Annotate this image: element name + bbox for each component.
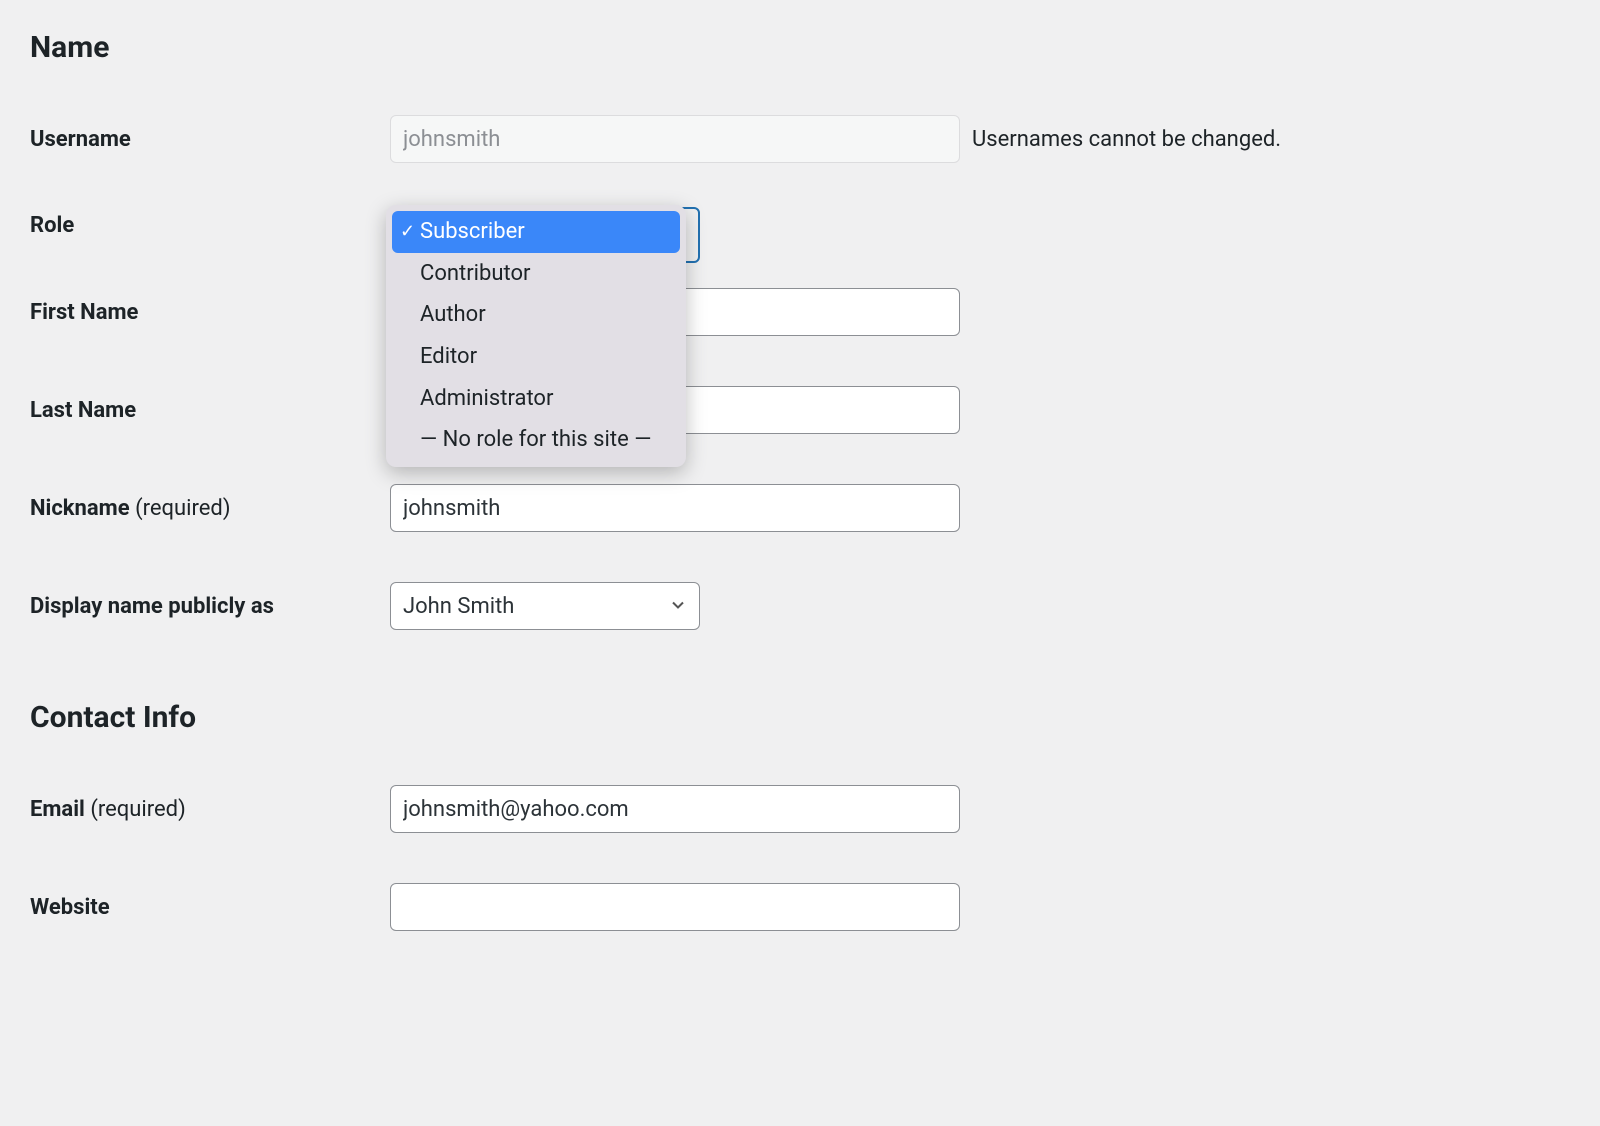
username-hint: Usernames cannot be changed.: [972, 127, 1281, 152]
nickname-input[interactable]: [390, 484, 960, 532]
username-row: Username Usernames cannot be changed.: [30, 115, 1570, 163]
email-required-text: (required): [85, 797, 186, 822]
contact-section-heading: Contact Info: [30, 700, 1570, 735]
name-section-heading: Name: [30, 30, 1570, 65]
role-option-contributor[interactable]: Contributor: [392, 253, 680, 295]
role-option-none[interactable]: — No role for this site —: [392, 419, 680, 461]
username-input: [390, 115, 960, 163]
email-label: Email (required): [30, 797, 390, 822]
website-label: Website: [30, 895, 390, 920]
role-label: Role: [30, 213, 390, 238]
nickname-label-text: Nickname: [30, 496, 130, 521]
role-option-subscriber[interactable]: Subscriber: [392, 211, 680, 253]
website-row: Website: [30, 883, 1570, 931]
email-row: Email (required): [30, 785, 1570, 833]
first-name-row: First Name: [30, 288, 1570, 336]
first-name-label: First Name: [30, 300, 390, 325]
display-name-label: Display name publicly as: [30, 594, 390, 619]
nickname-label: Nickname (required): [30, 496, 390, 521]
role-dropdown-menu[interactable]: Subscriber Contributor Author Editor Adm…: [386, 205, 686, 467]
role-option-editor[interactable]: Editor: [392, 336, 680, 378]
display-name-row: Display name publicly as John Smith: [30, 582, 1570, 630]
nickname-row: Nickname (required): [30, 484, 1570, 532]
role-option-author[interactable]: Author: [392, 294, 680, 336]
email-label-text: Email: [30, 797, 85, 822]
display-name-select[interactable]: John Smith: [390, 582, 700, 630]
last-name-row: Last Name: [30, 386, 1570, 434]
username-label: Username: [30, 127, 390, 152]
email-input[interactable]: [390, 785, 960, 833]
website-input[interactable]: [390, 883, 960, 931]
last-name-label: Last Name: [30, 398, 390, 423]
nickname-required-text: (required): [130, 496, 231, 521]
role-row: Role Subscriber Contributor Author Edito…: [30, 213, 1570, 238]
role-option-administrator[interactable]: Administrator: [392, 378, 680, 420]
